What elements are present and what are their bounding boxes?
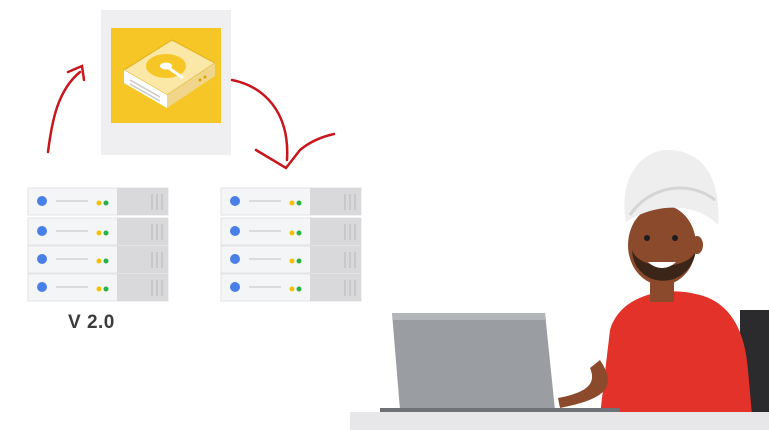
server-rack-right — [220, 187, 362, 302]
table-surface — [350, 412, 769, 430]
version-label: V 2.0 — [68, 312, 115, 333]
server-rack-left — [27, 187, 169, 302]
server-unit — [220, 217, 362, 246]
illustration-stage: V 2.0 — [0, 0, 769, 430]
server-unit — [220, 245, 362, 274]
server-unit — [27, 245, 169, 274]
hard-disk-icon — [111, 28, 221, 123]
illustration-canvas — [27, 28, 769, 430]
server-unit — [27, 217, 169, 246]
server-unit — [27, 187, 169, 216]
server-unit — [220, 187, 362, 216]
person-illustration — [558, 150, 769, 420]
server-unit — [27, 273, 169, 302]
server-unit — [220, 273, 362, 302]
